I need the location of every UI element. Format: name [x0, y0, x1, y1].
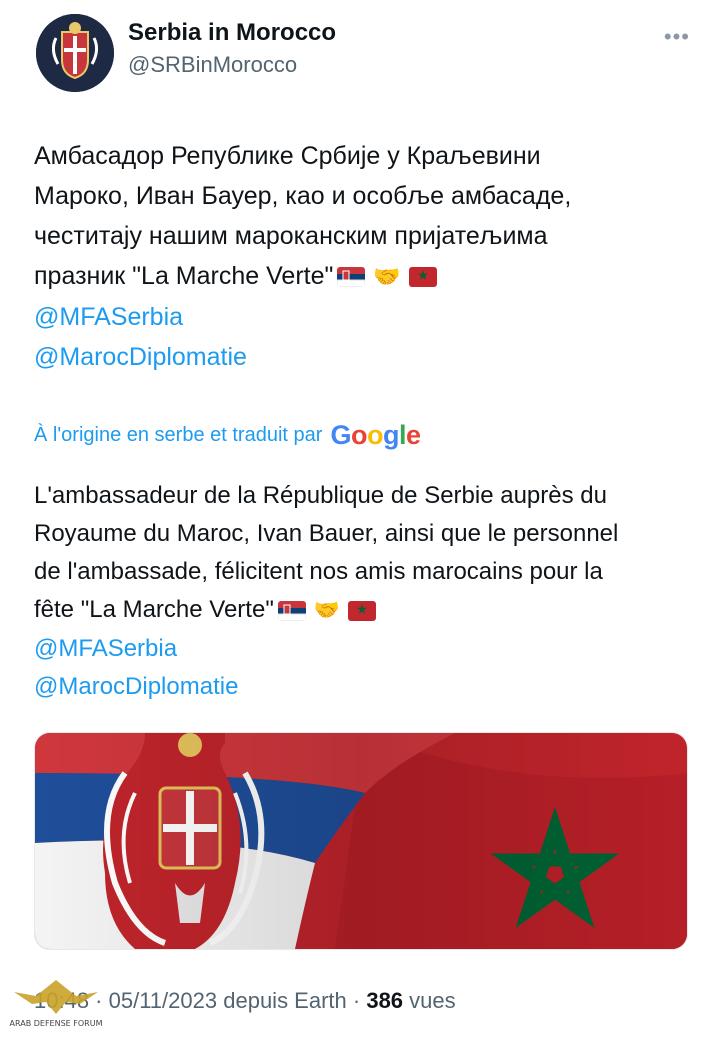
translation-notice-text[interactable]: À l'origine en serbe et traduit par	[34, 424, 322, 447]
view-count: 386	[366, 988, 404, 1013]
translated-line: de l'ambassade, félicitent nos amis maro…	[34, 558, 603, 585]
google-logo: Google	[330, 420, 421, 450]
morocco-flag-icon	[408, 267, 437, 288]
mention-link[interactable]: @MFASerbia	[34, 297, 694, 337]
emoji-group: 🤝	[277, 592, 376, 630]
tweet-translated-text: L'ambassadeur de la République de Serbie…	[34, 477, 694, 706]
tweet-original-text: Амбасадор Републике Србије у Краљевини М…	[34, 136, 694, 377]
handle[interactable]: @SRBinMorocco	[128, 50, 336, 80]
original-line-text: празник "La Marche Verte"	[34, 262, 334, 290]
translated-line: L'ambassadeur de la République de Serbie…	[34, 482, 607, 509]
handshake-icon: 🤝	[313, 598, 340, 622]
original-line: честитају нашим мароканским пријатељима	[34, 222, 548, 250]
author[interactable]: Serbia in Morocco @SRBinMorocco	[128, 18, 336, 80]
original-line: Амбасадор Републике Србије у Краљевини	[34, 142, 541, 170]
serbia-flag-icon	[277, 600, 306, 621]
emoji-group: 🤝	[337, 257, 437, 297]
mention-link[interactable]: @MarocDiplomatie	[34, 668, 694, 706]
watermark-text: ARAB DEFENSE FORUM	[10, 1019, 103, 1028]
eagle-watermark-icon: ARAB DEFENSE FORUM	[10, 980, 103, 1028]
tweet-date[interactable]: 05/11/2023	[109, 988, 217, 1013]
original-line: Мароко, Иван Бауер, као и особље амбасад…	[34, 182, 572, 210]
serbia-flag-icon	[337, 267, 366, 288]
tweet-header: Serbia in Morocco @SRBinMorocco •••	[36, 14, 690, 94]
mention-link[interactable]: @MarocDiplomatie	[34, 337, 694, 377]
translated-line: Royaume du Maroc, Ivan Bauer, ainsi que …	[34, 520, 619, 547]
morocco-flag-icon	[348, 600, 376, 621]
mention-link[interactable]: @MFASerbia	[34, 630, 694, 668]
original-line: празник "La Marche Verte" 🤝	[34, 256, 694, 297]
translated-line: fête "La Marche Verte" 🤝	[34, 591, 694, 630]
translation-notice[interactable]: À l'origine en serbe et traduit par Goog…	[34, 420, 421, 451]
avatar[interactable]	[36, 14, 114, 92]
translated-line-text: fête "La Marche Verte"	[34, 596, 274, 623]
tweet-media-image[interactable]	[34, 732, 688, 950]
watermark-logo: ARAB DEFENSE FORUM	[6, 974, 106, 1040]
handshake-icon: 🤝	[373, 264, 401, 290]
more-horizontal-icon[interactable]: •••	[664, 24, 690, 50]
serbia-coat-of-arms-icon	[36, 14, 114, 92]
flags-image	[35, 733, 687, 949]
tweet-source: depuis Earth	[223, 988, 347, 1013]
display-name[interactable]: Serbia in Morocco	[128, 18, 336, 48]
views-label: vues	[409, 988, 456, 1013]
